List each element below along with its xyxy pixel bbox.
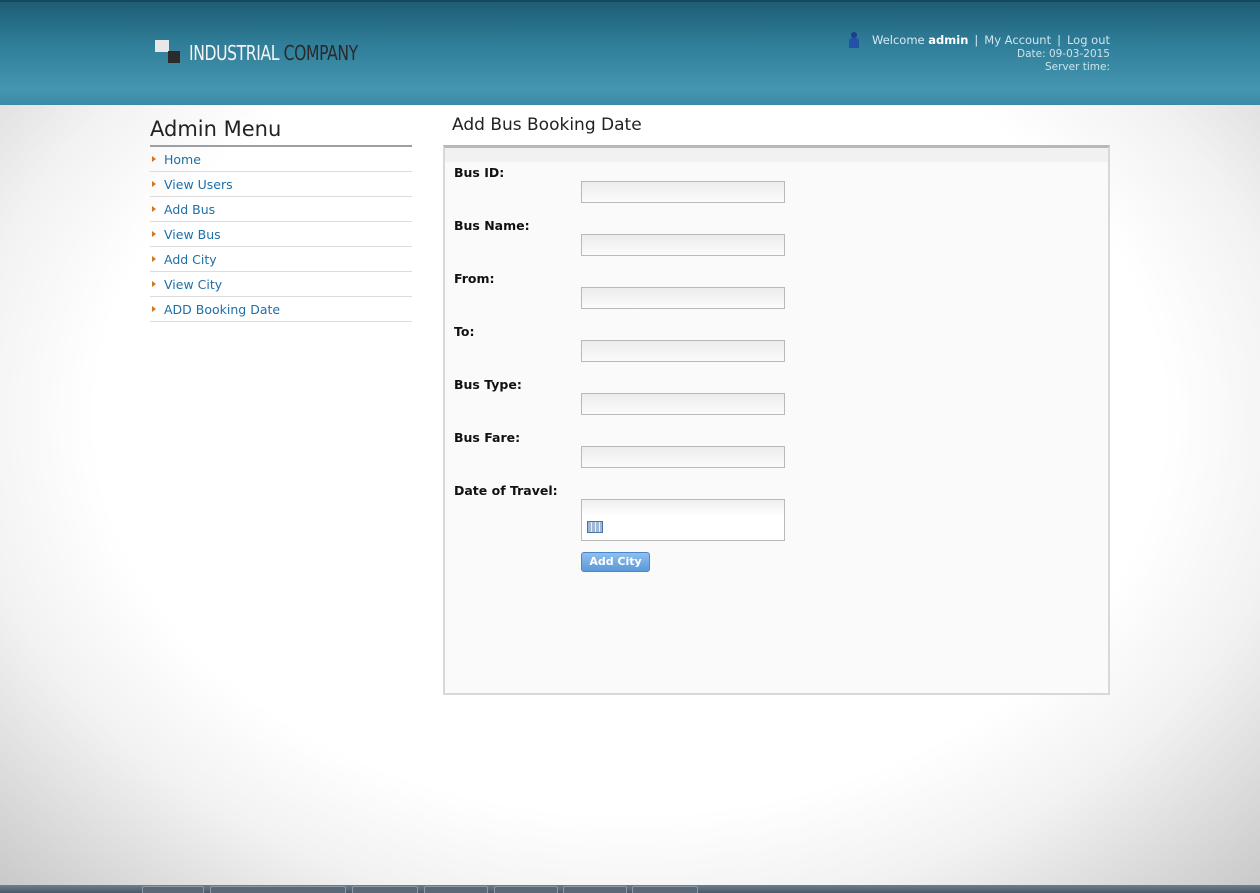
taskbar-button[interactable]: [494, 886, 558, 893]
to-input[interactable]: [581, 340, 785, 362]
menu-bullet-icon: [152, 156, 156, 162]
bus-name-label: Bus Name:: [454, 218, 530, 233]
bus-id-label: Bus ID:: [454, 165, 505, 180]
user-panel: Welcome admin | My Account | Log out Dat…: [848, 32, 1110, 74]
menu-bullet-icon: [152, 281, 156, 287]
bus-id-input[interactable]: [581, 181, 785, 203]
bus-type-input[interactable]: [581, 393, 785, 415]
booking-form: Bus ID: Bus Name: From: To: Bus Type: Bu…: [443, 145, 1110, 695]
date-of-travel-input[interactable]: [581, 499, 785, 541]
menu-item-view-city[interactable]: View City: [150, 272, 412, 297]
sidebar-title: Admin Menu: [150, 117, 412, 147]
username: admin: [928, 33, 969, 47]
form-section: Add Bus Booking Date Bus ID: Bus Name: F…: [443, 115, 1110, 695]
from-label: From:: [454, 271, 495, 286]
logo-word-company: COMPANY: [283, 41, 359, 65]
to-label: To:: [454, 324, 475, 339]
page-title: Add Bus Booking Date: [452, 115, 642, 135]
site-header: INDUSTRIAL COMPANY Welcome admin | My Ac…: [0, 0, 1260, 105]
server-time-text: Server time:: [1044, 61, 1110, 73]
taskbar-button[interactable]: [142, 886, 204, 893]
add-city-button[interactable]: Add City: [581, 552, 650, 572]
menu-link[interactable]: ADD Booking Date: [164, 302, 280, 317]
main-area: Admin Menu Home View Users Add Bus View …: [0, 105, 1260, 885]
taskbar-button[interactable]: [352, 886, 418, 893]
menu-link[interactable]: View Bus: [164, 227, 221, 242]
menu-item-view-users[interactable]: View Users: [150, 172, 412, 197]
logo-mark-icon: [155, 40, 181, 66]
menu-item-add-booking-date[interactable]: ADD Booking Date: [150, 297, 412, 322]
bus-name-input[interactable]: [581, 234, 785, 256]
admin-sidebar: Admin Menu Home View Users Add Bus View …: [150, 117, 412, 322]
bus-fare-input[interactable]: [581, 446, 785, 468]
user-icon: [848, 32, 860, 48]
taskbar-button[interactable]: [424, 886, 488, 893]
welcome-text: Welcome admin: [872, 33, 969, 47]
admin-menu: Home View Users Add Bus View Bus Add Cit…: [150, 147, 412, 322]
from-input[interactable]: [581, 287, 785, 309]
taskbar-button[interactable]: [632, 886, 698, 893]
os-taskbar: [0, 885, 1260, 893]
date-text: Date: 09-03-2015: [1017, 48, 1110, 60]
company-logo[interactable]: INDUSTRIAL COMPANY: [155, 40, 405, 66]
bus-fare-label: Bus Fare:: [454, 430, 521, 445]
bus-type-label: Bus Type:: [454, 377, 522, 392]
menu-link[interactable]: View Users: [164, 177, 233, 192]
menu-item-view-bus[interactable]: View Bus: [150, 222, 412, 247]
menu-link[interactable]: View City: [164, 277, 222, 292]
menu-link[interactable]: Add Bus: [164, 202, 215, 217]
menu-item-home[interactable]: Home: [150, 147, 412, 172]
menu-item-add-city[interactable]: Add City: [150, 247, 412, 272]
menu-bullet-icon: [152, 231, 156, 237]
logo-text: INDUSTRIAL COMPANY: [189, 41, 358, 65]
separator: |: [1057, 33, 1061, 47]
menu-link[interactable]: Add City: [164, 252, 217, 267]
menu-bullet-icon: [152, 206, 156, 212]
menu-bullet-icon: [152, 306, 156, 312]
calendar-icon[interactable]: [587, 521, 603, 533]
menu-item-add-bus[interactable]: Add Bus: [150, 197, 412, 222]
menu-bullet-icon: [152, 256, 156, 262]
logout-link[interactable]: Log out: [1067, 33, 1110, 47]
date-of-travel-label: Date of Travel:: [454, 483, 558, 498]
menu-bullet-icon: [152, 181, 156, 187]
taskbar-button[interactable]: [563, 886, 627, 893]
menu-link[interactable]: Home: [164, 152, 201, 167]
separator: |: [974, 33, 979, 47]
my-account-link[interactable]: My Account: [984, 33, 1051, 47]
logo-word-industrial: INDUSTRIAL: [189, 41, 280, 65]
taskbar-button[interactable]: [210, 886, 346, 893]
